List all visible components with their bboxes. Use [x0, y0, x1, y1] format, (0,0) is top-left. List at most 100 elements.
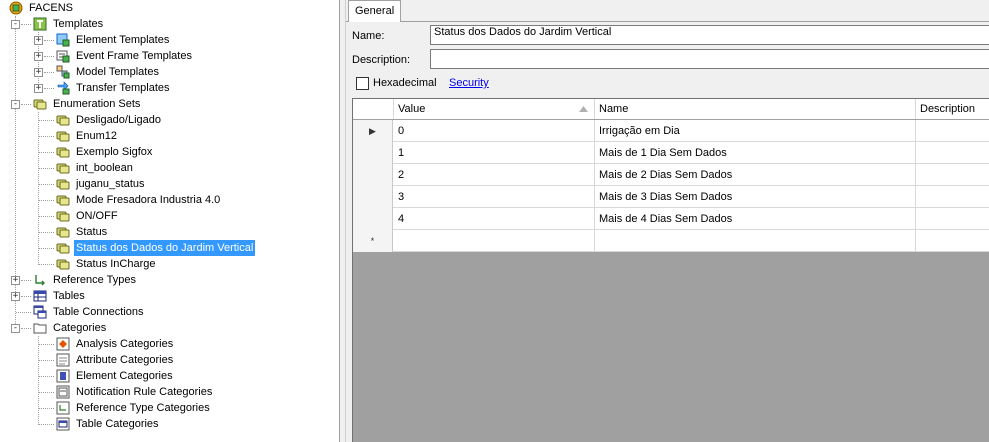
value-cell[interactable]: 1: [394, 142, 595, 164]
tree-line: [39, 136, 54, 137]
tree-line: [39, 424, 54, 425]
tree-item-label: Categories: [53, 322, 107, 334]
analysis-category-icon: [56, 337, 70, 351]
hexadecimal-checkbox[interactable]: [356, 77, 369, 90]
description-cell[interactable]: [916, 208, 989, 230]
description-cell[interactable]: [916, 142, 989, 164]
tree-item-enumeration-set[interactable]: ON/OFF: [0, 208, 339, 224]
name-cell[interactable]: Mais de 2 Dias Sem Dados: [595, 164, 916, 186]
value-cell[interactable]: 2: [394, 164, 595, 186]
expand-toggle[interactable]: +: [34, 36, 43, 45]
tree-line: [39, 392, 54, 393]
enumeration-set-icon: [56, 131, 70, 142]
description-field[interactable]: [430, 49, 989, 69]
tree-item-enumeration-set[interactable]: Status dos Dados do Jardim Vertical: [0, 240, 339, 256]
security-link[interactable]: Security: [449, 75, 489, 91]
row-header[interactable]: [353, 164, 393, 186]
column-header-name[interactable]: Name: [595, 99, 916, 119]
description-cell[interactable]: [916, 120, 989, 142]
table-row[interactable]: ▶ 0 Irrigação em Dia: [353, 120, 989, 142]
tree-item-categories[interactable]: - Categories: [0, 320, 339, 336]
row-header[interactable]: [353, 186, 393, 208]
tree-item-tables[interactable]: + Tables: [0, 288, 339, 304]
value-cell[interactable]: 4: [394, 208, 595, 230]
tree-item-label: Table Categories: [76, 418, 159, 430]
name-cell[interactable]: Mais de 1 Dia Sem Dados: [595, 142, 916, 164]
column-header-description[interactable]: Description: [916, 99, 989, 119]
tree-item-enumeration-set[interactable]: Status InCharge: [0, 256, 339, 272]
enumeration-set-icon: [56, 147, 70, 158]
navigation-tree[interactable]: FACENS - Templates + Element Templates +…: [0, 0, 340, 442]
tree-item-enumeration-set[interactable]: Enum12: [0, 128, 339, 144]
collapse-toggle[interactable]: -: [11, 100, 20, 109]
tree-item-reference-types[interactable]: + Reference Types: [0, 272, 339, 288]
description-cell[interactable]: [916, 164, 989, 186]
tree-item-table-categories[interactable]: Table Categories: [0, 416, 339, 432]
tree-item-notification-rule-categories[interactable]: Notification Rule Categories: [0, 384, 339, 400]
value-cell[interactable]: [394, 230, 595, 252]
tree-item-enumeration-set[interactable]: Exemplo Sigfox: [0, 144, 339, 160]
column-header-value[interactable]: Value: [394, 99, 595, 119]
tree-item-enumeration-set[interactable]: Mode Fresadora Industria 4.0: [0, 192, 339, 208]
tree-item-attribute-categories[interactable]: Attribute Categories: [0, 352, 339, 368]
tree-item-table-connections[interactable]: Table Connections: [0, 304, 339, 320]
row-header[interactable]: [353, 208, 393, 230]
value-cell[interactable]: 3: [394, 186, 595, 208]
name-cell[interactable]: Mais de 3 Dias Sem Dados: [595, 186, 916, 208]
tree-item-reference-type-categories[interactable]: Reference Type Categories: [0, 400, 339, 416]
expand-toggle[interactable]: +: [11, 276, 20, 285]
expand-toggle[interactable]: +: [34, 68, 43, 77]
row-header[interactable]: ▶: [353, 120, 393, 142]
tree-item-label: Templates: [53, 18, 104, 30]
tree-item-analysis-categories[interactable]: Analysis Categories: [0, 336, 339, 352]
tree-line: [39, 168, 54, 169]
tree-item-enumeration-set[interactable]: int_boolean: [0, 160, 339, 176]
tree-item-model-templates[interactable]: + Model Templates: [0, 64, 339, 80]
tree-item-label: Attribute Categories: [76, 354, 174, 366]
table-row[interactable]: 1 Mais de 1 Dia Sem Dados: [353, 142, 989, 164]
name-cell[interactable]: Irrigação em Dia: [595, 120, 916, 142]
description-cell[interactable]: [916, 230, 989, 252]
collapse-toggle[interactable]: -: [11, 324, 20, 333]
tree-item-enumeration-sets[interactable]: - Enumeration Sets: [0, 96, 339, 112]
tree-line: [44, 40, 54, 41]
tree-item-enumeration-set[interactable]: Status: [0, 224, 339, 240]
tree-item-label: Mode Fresadora Industria 4.0: [76, 194, 221, 206]
tree-item-element-categories[interactable]: Element Categories: [0, 368, 339, 384]
row-header[interactable]: *: [353, 230, 393, 252]
table-row[interactable]: 3 Mais de 3 Dias Sem Dados: [353, 186, 989, 208]
table-row[interactable]: 2 Mais de 2 Dias Sem Dados: [353, 164, 989, 186]
tree-item-templates[interactable]: - Templates: [0, 16, 339, 32]
expand-toggle[interactable]: +: [34, 52, 43, 61]
reference-types-icon: [35, 275, 45, 286]
tree-line: [21, 296, 31, 297]
enumeration-set-icon: [56, 179, 70, 190]
tree-line: [21, 280, 31, 281]
reference-type-category-icon: [56, 401, 70, 415]
expand-toggle[interactable]: +: [34, 84, 43, 93]
tree-item-label: juganu_status: [76, 178, 145, 190]
table-icon: [33, 290, 47, 302]
description-label: Description:: [352, 54, 411, 66]
new-row[interactable]: *: [353, 230, 989, 252]
tree-item-enumeration-set[interactable]: juganu_status: [0, 176, 339, 192]
tree-item-transfer-templates[interactable]: + Transfer Templates: [0, 80, 339, 96]
tab-strip: General: [346, 0, 989, 22]
row-header[interactable]: [353, 142, 393, 164]
name-cell[interactable]: [595, 230, 916, 252]
tree-item-enumeration-set[interactable]: Desligado/Ligado: [0, 112, 339, 128]
tree-item-label: Table Connections: [53, 306, 144, 318]
tab-general[interactable]: General: [348, 0, 402, 22]
value-cell[interactable]: 0: [394, 120, 595, 142]
name-cell[interactable]: Mais de 4 Dias Sem Dados: [595, 208, 916, 230]
expand-toggle[interactable]: +: [11, 292, 20, 301]
table-row[interactable]: 4 Mais de 4 Dias Sem Dados: [353, 208, 989, 230]
tree-item-label: Status dos Dados do Jardim Vertical: [74, 240, 256, 256]
collapse-toggle[interactable]: -: [11, 20, 20, 29]
tree-item-element-templates[interactable]: + Element Templates: [0, 32, 339, 48]
description-cell[interactable]: [916, 186, 989, 208]
tree-root[interactable]: FACENS: [0, 0, 339, 16]
enumeration-values-grid[interactable]: Value Name Description ▶ 0 Irrigação em Di…: [352, 98, 989, 442]
tree-item-event-frame-templates[interactable]: + Event Frame Templates: [0, 48, 339, 64]
name-field[interactable]: Status dos Dados do Jardim Vertical: [430, 25, 989, 45]
